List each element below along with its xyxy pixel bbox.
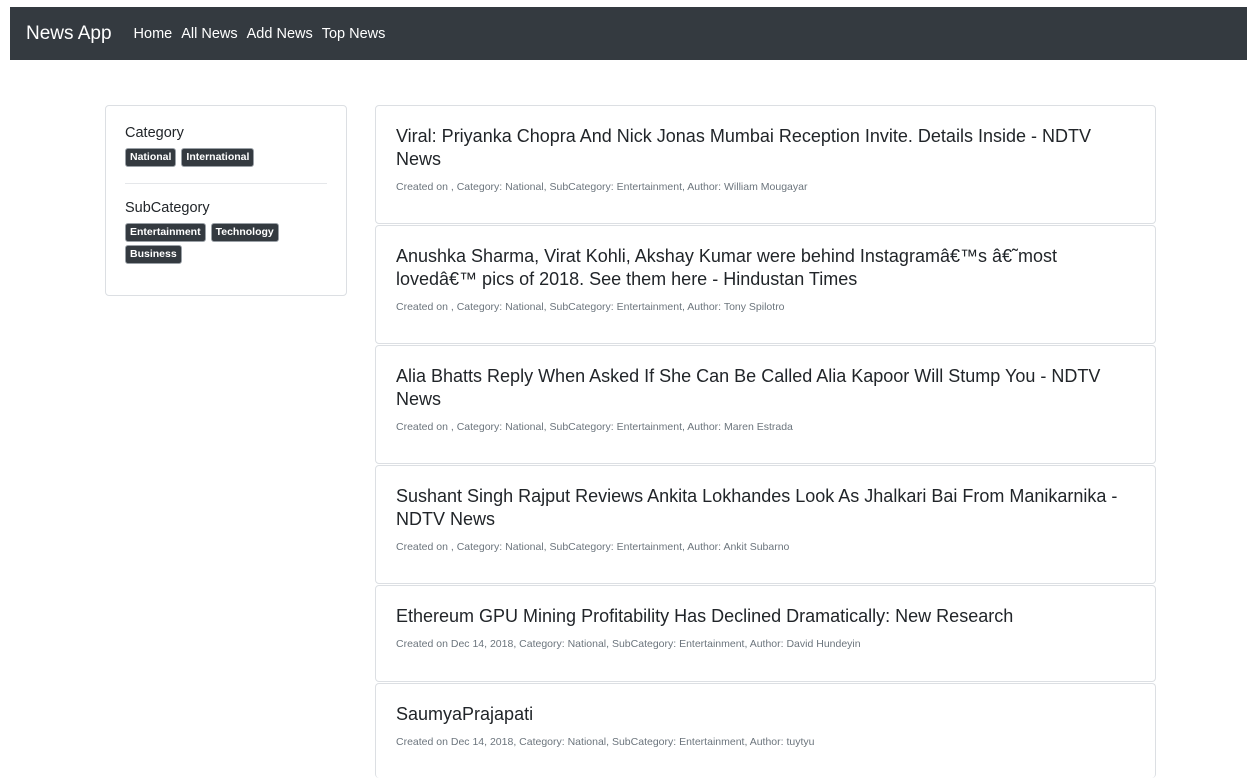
nav-all-news-link[interactable]: All News xyxy=(181,26,237,42)
news-title[interactable]: Ethereum GPU Mining Profitability Has De… xyxy=(396,605,1135,628)
subcategory-tag-technology[interactable]: Technology xyxy=(210,223,279,242)
news-meta: Created on Dec 14, 2018, Category: Natio… xyxy=(396,638,861,650)
news-card[interactable]: Viral: Priyanka Chopra And Nick Jonas Mu… xyxy=(375,105,1156,224)
news-card[interactable]: SaumyaPrajapati Created on Dec 14, 2018,… xyxy=(375,683,1156,778)
news-meta: Created on , Category: National, SubCate… xyxy=(396,301,785,313)
news-title[interactable]: Anushka Sharma, Virat Kohli, Akshay Kuma… xyxy=(396,245,1135,291)
news-title[interactable]: Alia Bhatts Reply When Asked If She Can … xyxy=(396,365,1135,411)
category-heading: Category xyxy=(125,125,184,141)
news-meta: Created on , Category: National, SubCate… xyxy=(396,421,793,433)
brand-link[interactable]: News App xyxy=(26,23,112,45)
filter-sidebar: Category National International SubCateg… xyxy=(105,105,347,296)
category-tags: National International xyxy=(125,148,327,167)
category-tag-national[interactable]: National xyxy=(125,148,177,167)
sidebar-divider xyxy=(125,183,327,184)
subcategory-tag-business[interactable]: Business xyxy=(125,245,182,264)
news-meta: Created on , Category: National, SubCate… xyxy=(396,181,808,193)
nav-top-news-link[interactable]: Top News xyxy=(322,26,386,42)
news-card[interactable]: Ethereum GPU Mining Profitability Has De… xyxy=(375,585,1156,682)
news-card[interactable]: Alia Bhatts Reply When Asked If She Can … xyxy=(375,345,1156,464)
news-title[interactable]: SaumyaPrajapati xyxy=(396,703,1135,726)
subcategory-heading: SubCategory xyxy=(125,200,210,216)
nav-add-news-link[interactable]: Add News xyxy=(247,26,313,42)
news-feed: Viral: Priyanka Chopra And Nick Jonas Mu… xyxy=(375,105,1156,779)
subcategory-tags: Entertainment Technology Business xyxy=(125,223,310,264)
news-title[interactable]: Sushant Singh Rajput Reviews Ankita Lokh… xyxy=(396,485,1135,531)
nav-home-link[interactable]: Home xyxy=(134,26,173,42)
news-title[interactable]: Viral: Priyanka Chopra And Nick Jonas Mu… xyxy=(396,125,1135,171)
top-navbar: News App Home All News Add News Top News xyxy=(10,7,1247,60)
news-meta: Created on , Category: National, SubCate… xyxy=(396,541,790,553)
category-tag-international[interactable]: International xyxy=(181,148,255,167)
news-card[interactable]: Sushant Singh Rajput Reviews Ankita Lokh… xyxy=(375,465,1156,584)
news-meta: Created on Dec 14, 2018, Category: Natio… xyxy=(396,736,815,748)
subcategory-tag-entertainment[interactable]: Entertainment xyxy=(125,223,206,242)
news-card[interactable]: Anushka Sharma, Virat Kohli, Akshay Kuma… xyxy=(375,225,1156,344)
